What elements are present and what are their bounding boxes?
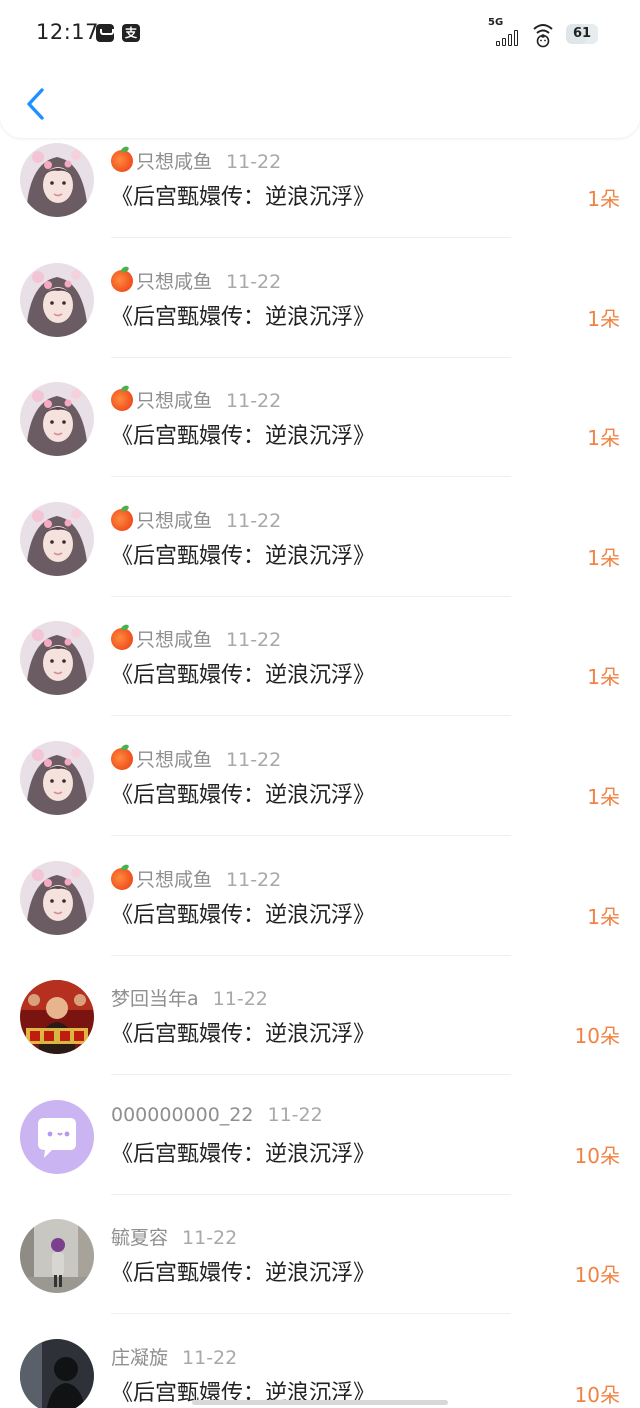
user-meta: 只想咸鱼 11-22	[111, 865, 281, 892]
gift-count: 1朵	[587, 187, 620, 211]
peach-icon	[111, 389, 133, 412]
book-title[interactable]: 《后宫甄嬛传：逆浪沉浮》	[111, 1136, 375, 1168]
list-item[interactable]: 毓夏容 11-22 《后宫甄嬛传：逆浪沉浮》 10朵	[0, 1169, 640, 1315]
gift-count: 1朵	[587, 306, 620, 331]
top-bar: 12:17 支 5G 61	[0, 0, 640, 138]
list-item[interactable]: 000000000_22 11-22 《后宫甄嬛传：逆浪沉浮》 10朵	[0, 1050, 640, 1195]
network-label: 5G	[488, 17, 504, 28]
date: 11-22	[226, 749, 282, 771]
peach-icon	[111, 628, 133, 651]
username[interactable]: 只想咸鱼	[136, 151, 212, 173]
username[interactable]: 只想咸鱼	[136, 749, 212, 771]
status-bar: 12:17 支 5G 61	[0, 0, 640, 70]
peach-icon	[111, 748, 133, 770]
book-title[interactable]: 《后宫甄嬛传：逆浪沉浮》	[111, 538, 375, 570]
avatar[interactable]	[20, 382, 94, 457]
battery-text: 61	[572, 26, 592, 41]
user-meta: 梦回当年a 11-22	[111, 984, 268, 1011]
avatar[interactable]	[20, 262, 94, 337]
avatar[interactable]	[20, 621, 94, 696]
gift-count: 10朵	[574, 1143, 620, 1168]
date: 11-22	[226, 629, 282, 652]
date: 11-22	[226, 390, 282, 413]
gift-count: 1朵	[587, 545, 620, 570]
username[interactable]: 只想咸鱼	[136, 390, 212, 412]
list-item[interactable]: 只想咸鱼 11-22 《后宫甄嬛传：逆浪沉浮》 1朵	[0, 452, 640, 597]
peach-icon	[111, 508, 133, 531]
user-meta: 000000000_22 11-22	[111, 1104, 323, 1126]
peach-icon	[111, 150, 133, 172]
book-title[interactable]: 《后宫甄嬛传：逆浪沉浮》	[111, 299, 375, 331]
date: 11-22	[226, 509, 282, 532]
avatar[interactable]	[20, 1219, 94, 1294]
user-meta: 只想咸鱼 11-22	[111, 147, 281, 174]
gift-count: 1朵	[587, 665, 620, 690]
avatar[interactable]	[20, 1339, 94, 1408]
peach-icon	[111, 269, 133, 292]
book-title[interactable]: 《后宫甄嬛传：逆浪沉浮》	[111, 657, 375, 689]
gift-count: 1朵	[587, 904, 620, 929]
book-title[interactable]: 《后宫甄嬛传：逆浪沉浮》	[111, 1255, 375, 1287]
user-meta: 只想咸鱼 11-22	[111, 506, 281, 533]
username[interactable]: 梦回当年a	[111, 988, 199, 1010]
book-title[interactable]: 《后宫甄嬛传：逆浪沉浮》	[111, 777, 375, 809]
avatar[interactable]	[20, 143, 94, 217]
book-title[interactable]: 《后宫甄嬛传：逆浪沉浮》	[111, 418, 375, 450]
chevron-left-icon	[27, 88, 44, 120]
book-title[interactable]: 《后宫甄嬛传：逆浪沉浮》	[111, 179, 375, 211]
home-indicator[interactable]	[192, 1400, 448, 1405]
list-item[interactable]: 只想咸鱼 11-22 《后宫甄嬛传：逆浪沉浮》 1朵	[0, 332, 640, 478]
date: 11-22	[182, 1227, 238, 1250]
username[interactable]: 毓夏容	[111, 1227, 168, 1249]
date: 11-22	[226, 868, 282, 891]
username[interactable]: 庄凝旋	[111, 1347, 168, 1369]
list-item[interactable]: 只想咸鱼 11-22 《后宫甄嬛传：逆浪沉浮》 1朵	[0, 691, 640, 836]
user-meta: 只想咸鱼 11-22	[111, 625, 281, 652]
date: 11-22	[182, 1347, 238, 1369]
avatar[interactable]	[20, 501, 94, 576]
avatar[interactable]	[20, 1099, 94, 1174]
gift-count: 10朵	[574, 1024, 620, 1049]
list-item[interactable]: 只想咸鱼 11-22 《后宫甄嬛传：逆浪沉浮》 1朵	[0, 571, 640, 717]
username[interactable]: 000000000_22	[111, 1104, 253, 1126]
book-title[interactable]: 《后宫甄嬛传：逆浪沉浮》	[111, 1016, 375, 1048]
alipay-icon: 支	[122, 24, 140, 42]
mail-icon	[96, 24, 114, 42]
date: 11-22	[226, 151, 282, 173]
gift-count: 1朵	[587, 785, 620, 809]
book-title[interactable]: 《后宫甄嬛传：逆浪沉浮》	[111, 897, 375, 929]
username[interactable]: 只想咸鱼	[136, 869, 212, 891]
gift-count: 10朵	[574, 1263, 620, 1288]
username[interactable]: 只想咸鱼	[136, 510, 212, 532]
user-meta: 毓夏容 11-22	[111, 1223, 237, 1250]
date: 11-22	[267, 1103, 323, 1126]
peach-icon	[111, 867, 133, 890]
status-time: 12:17	[36, 20, 100, 44]
avatar[interactable]	[20, 741, 94, 815]
gift-count: 1朵	[587, 426, 620, 451]
avatar[interactable]	[20, 860, 94, 935]
user-meta: 只想咸鱼 11-22	[111, 386, 281, 413]
wifi-icon	[533, 24, 553, 48]
date: 11-22	[212, 988, 268, 1011]
user-meta: 庄凝旋 11-22	[111, 1343, 237, 1370]
user-meta: 只想咸鱼 11-22	[111, 267, 281, 294]
list-item[interactable]: 只想咸鱼 11-22 《后宫甄嬛传：逆浪沉浮》 1朵	[0, 811, 640, 956]
list-item[interactable]: 只想咸鱼 11-22 《后宫甄嬛传：逆浪沉浮》 1朵	[0, 213, 640, 358]
username[interactable]: 只想咸鱼	[136, 271, 212, 293]
avatar[interactable]	[20, 980, 94, 1055]
list-item[interactable]: 庄凝旋 11-22 《后宫甄嬛传：逆浪沉浮》 10朵	[0, 1289, 640, 1408]
back-button[interactable]	[20, 84, 52, 124]
date: 11-22	[226, 270, 282, 293]
list-item[interactable]: 梦回当年a 11-22 《后宫甄嬛传：逆浪沉浮》 10朵	[0, 930, 640, 1076]
username[interactable]: 只想咸鱼	[136, 629, 212, 651]
battery-icon: 61	[566, 24, 598, 44]
signal-icon	[496, 28, 522, 46]
user-meta: 只想咸鱼 11-22	[111, 745, 281, 772]
gift-count: 10朵	[574, 1383, 620, 1407]
